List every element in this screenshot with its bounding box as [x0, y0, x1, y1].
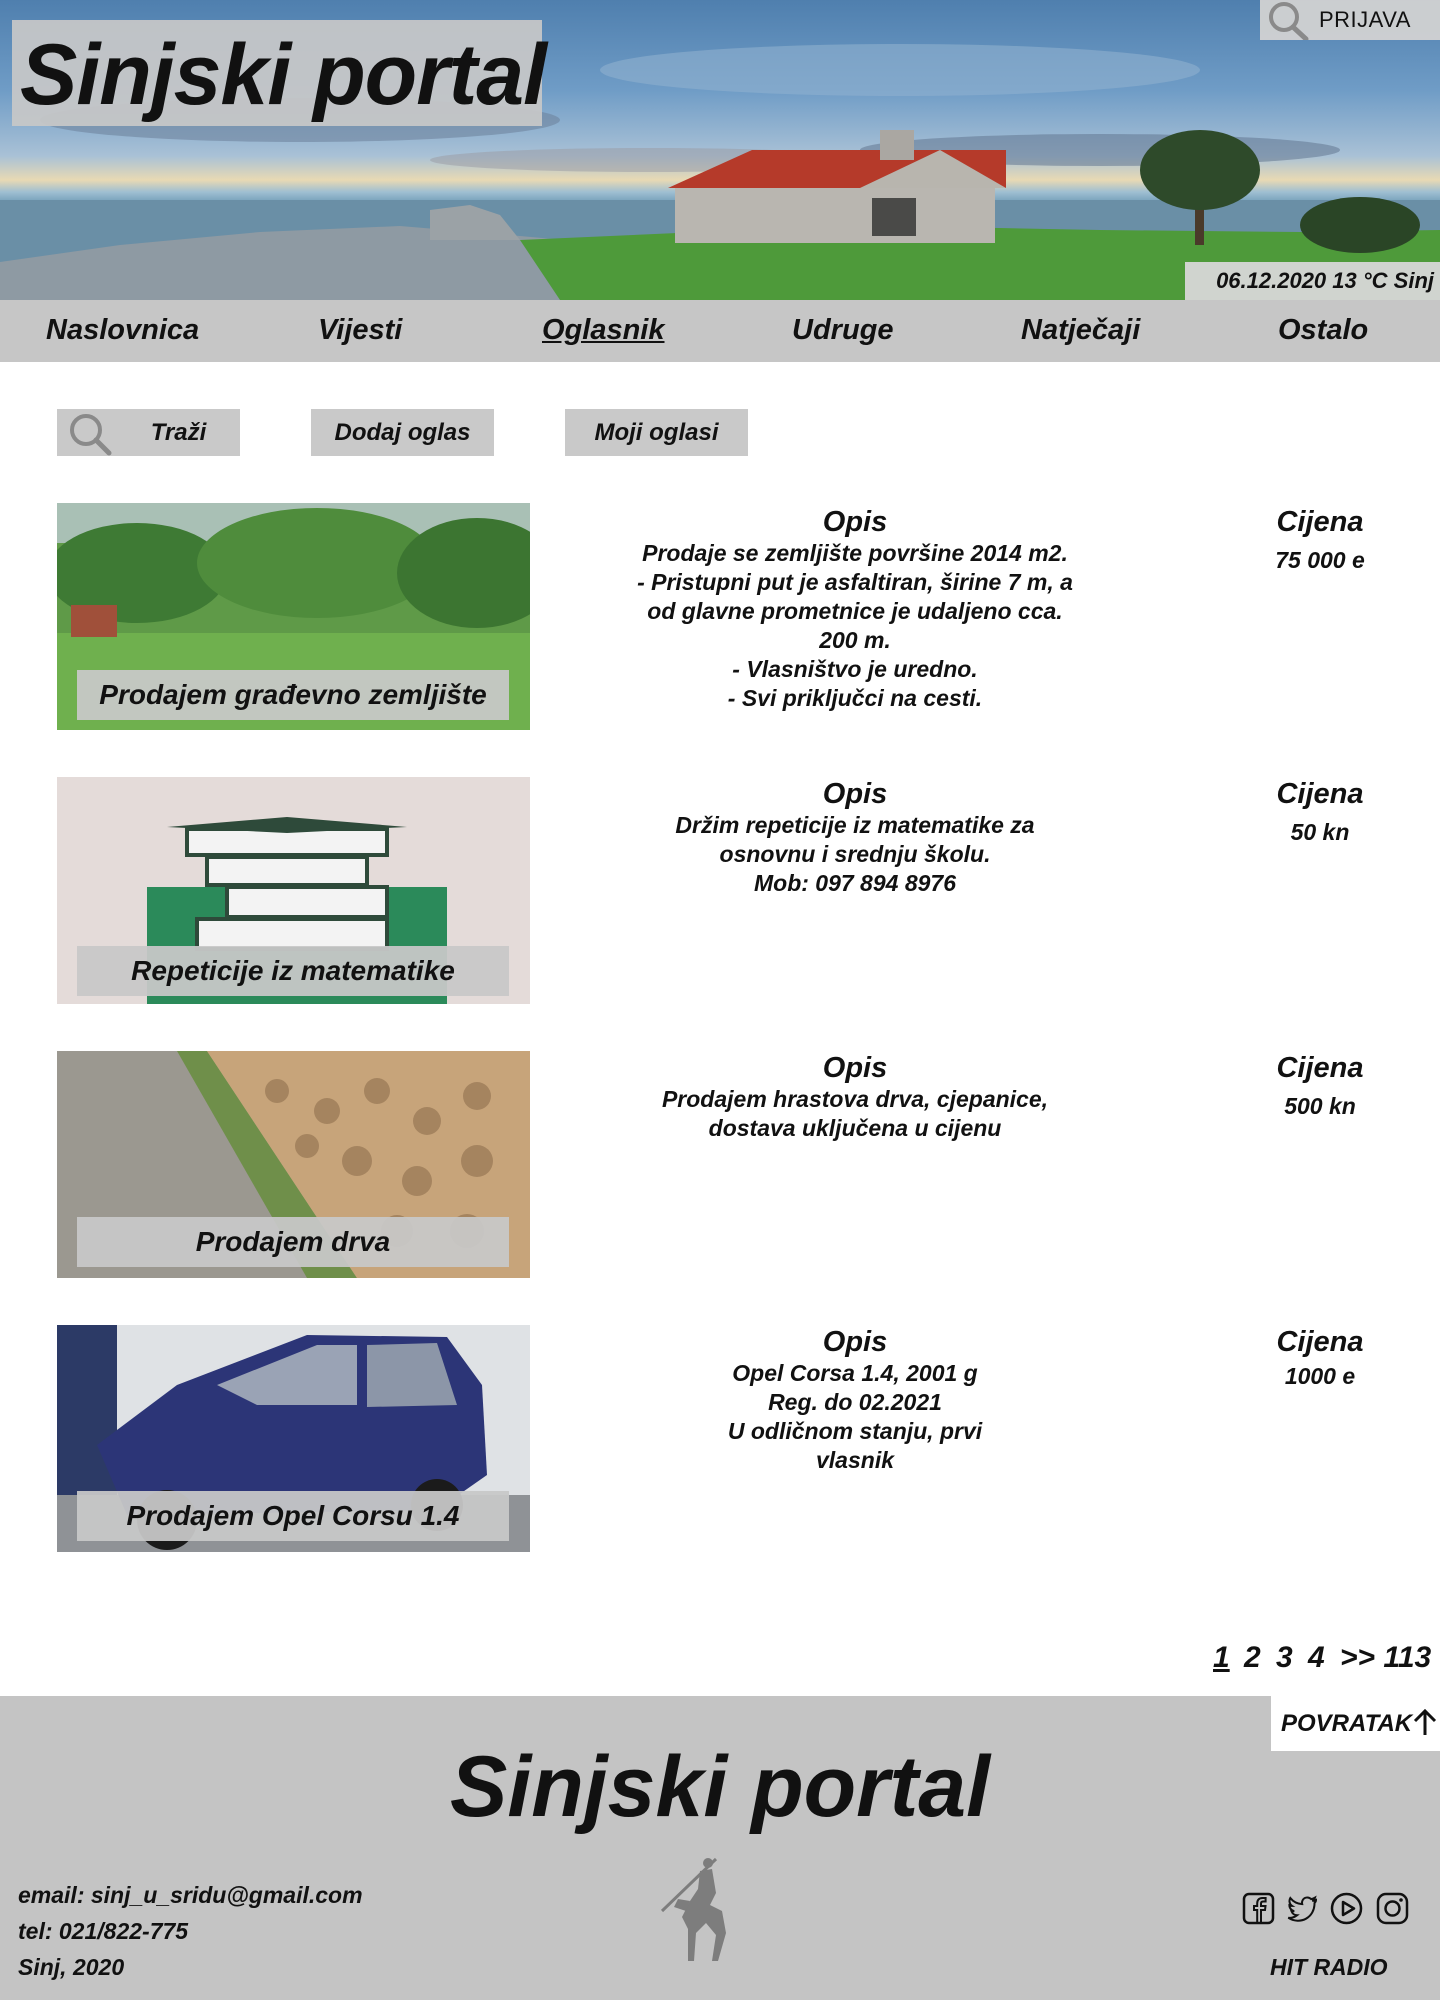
page-link-1[interactable]: 1: [1213, 1641, 1230, 1675]
listing-photo-land[interactable]: Prodajem građevno zemljište: [57, 503, 530, 730]
listing-item: Repeticije iz matematike Opis Držim repe…: [0, 777, 1440, 1007]
price-value: 50 kn: [1290, 819, 1350, 845]
header-banner-image: Sinjski portal PRIJAVA 06.12.2020 13 °C …: [0, 0, 1440, 300]
nav-item-udruge[interactable]: Udruge: [792, 314, 894, 347]
listing-title: Prodajem Opel Corsu 1.4: [126, 1500, 460, 1531]
instagram-icon[interactable]: [1376, 1892, 1409, 1925]
hit-radio-link[interactable]: HIT RADIO: [1270, 1954, 1388, 1981]
login-label: PRIJAVA: [1319, 7, 1411, 32]
nav-item-naslovnica[interactable]: Naslovnica: [46, 314, 199, 347]
listing-price: Cijena 1000 e: [1220, 1325, 1420, 1393]
listing-title: Prodajem građevno zemljište: [99, 679, 487, 710]
listing-description: Opis Prodaje se zemljište površine 2014 …: [600, 505, 1110, 713]
description-heading: Opis: [822, 506, 888, 538]
back-to-top-label: POVRATAK: [1281, 1710, 1413, 1737]
listing-description: Opis Opel Corsa 1.4, 2001 g Reg. do 02.2…: [600, 1325, 1110, 1475]
nav-item-oglasnik[interactable]: Oglasnik: [542, 314, 665, 347]
footer-email[interactable]: email: sinj_u_sridu@gmail.com: [18, 1882, 363, 1909]
footer-site-title: Sinjski portal: [449, 1739, 991, 1835]
description-text: Opel Corsa 1.4, 2001 g Reg. do 02.2021 U…: [727, 1360, 983, 1473]
listing-title: Repeticije iz matematike: [131, 955, 455, 986]
description-text: Prodaje se zemljište površine 2014 m2. -…: [637, 540, 1073, 711]
page-link-2[interactable]: 2: [1244, 1641, 1261, 1675]
listing-description: Opis Držim repeticije iz matematike za o…: [600, 777, 1110, 898]
add-ad-button-label: Dodaj oglas: [334, 419, 471, 446]
listing-title-box: Prodajem drva: [77, 1217, 509, 1267]
price-heading: Cijena: [1276, 1326, 1364, 1358]
nav-item-vijesti[interactable]: Vijesti: [318, 314, 402, 347]
page-link-3[interactable]: 3: [1276, 1641, 1293, 1675]
youtube-icon[interactable]: [1330, 1892, 1363, 1925]
price-value: 75 000 e: [1275, 547, 1365, 573]
description-text: Prodajem hrastova drva, cjepanice, dosta…: [661, 1086, 1049, 1141]
footer-place-year: Sinj, 2020: [18, 1954, 125, 1980]
listing-title: Prodajem drva: [195, 1226, 391, 1257]
listing-price: Cijena 50 kn: [1220, 777, 1420, 849]
listing-title-box: Prodajem građevno zemljište: [77, 670, 509, 720]
description-heading: Opis: [822, 778, 888, 810]
nav-item-natjecaji[interactable]: Natječaji: [1021, 314, 1140, 347]
footer-phone: tel: 021/822-775: [18, 1918, 189, 1944]
listing-description: Opis Prodajem hrastova drva, cjepanice, …: [600, 1051, 1110, 1143]
listing-title-box: Prodajem Opel Corsu 1.4: [77, 1491, 509, 1541]
search-button-label: Traži: [150, 419, 207, 446]
listing-price: Cijena 75 000 e: [1220, 505, 1420, 577]
listing-photo-firewood[interactable]: Prodajem drva: [57, 1051, 530, 1278]
price-value: 1000 e: [1284, 1363, 1356, 1389]
search-icon[interactable]: [1264, 0, 1312, 40]
price-value: 500 kn: [1284, 1093, 1356, 1119]
alkar-emblem-icon: [660, 1857, 726, 1961]
listing-item: Prodajem drva Opis Prodajem hrastova drv…: [0, 1051, 1440, 1281]
facebook-icon[interactable]: [1242, 1892, 1275, 1925]
description-text: Držim repeticije iz matematike za osnovn…: [675, 812, 1035, 896]
login-button[interactable]: PRIJAVA: [1260, 0, 1440, 40]
twitter-icon[interactable]: [1286, 1892, 1319, 1925]
my-ads-button[interactable]: Moji oglasi: [565, 409, 748, 456]
listing-item: Prodajem građevno zemljište Opis Prodaje…: [0, 503, 1440, 733]
page-link-last[interactable]: >> 113: [1340, 1641, 1431, 1675]
arrow-up-icon: [1413, 1708, 1437, 1735]
page-link-4[interactable]: 4: [1308, 1641, 1325, 1675]
listing-photo-books[interactable]: Repeticije iz matematike: [57, 777, 530, 1004]
listing-title-box: Repeticije iz matematike: [77, 946, 509, 996]
price-heading: Cijena: [1276, 1052, 1364, 1084]
my-ads-button-label: Moji oglasi: [594, 419, 719, 446]
search-button[interactable]: Traži: [57, 409, 240, 456]
listing-item: Prodajem Opel Corsu 1.4 Opis Opel Corsa …: [0, 1325, 1440, 1555]
site-title-box: Sinjski portal: [12, 20, 547, 126]
site-title: Sinjski portal: [20, 27, 547, 123]
add-ad-button[interactable]: Dodaj oglas: [311, 409, 494, 456]
nav-item-ostalo[interactable]: Ostalo: [1278, 314, 1368, 347]
main-nav: Naslovnica Vijesti Oglasnik Udruge Natje…: [0, 300, 1440, 362]
listing-price: Cijena 500 kn: [1220, 1051, 1420, 1123]
listing-photo-car[interactable]: Prodajem Opel Corsu 1.4: [57, 1325, 530, 1552]
site-footer: POVRATAK Sinjski portal email: sinj_u_sr…: [0, 1696, 1440, 2000]
date-weather-text: 06.12.2020 13 °C Sinj: [1216, 268, 1434, 293]
price-heading: Cijena: [1276, 506, 1364, 538]
description-heading: Opis: [822, 1326, 888, 1358]
price-heading: Cijena: [1276, 778, 1364, 810]
date-weather-box: 06.12.2020 13 °C Sinj: [1185, 262, 1440, 300]
description-heading: Opis: [822, 1052, 888, 1084]
